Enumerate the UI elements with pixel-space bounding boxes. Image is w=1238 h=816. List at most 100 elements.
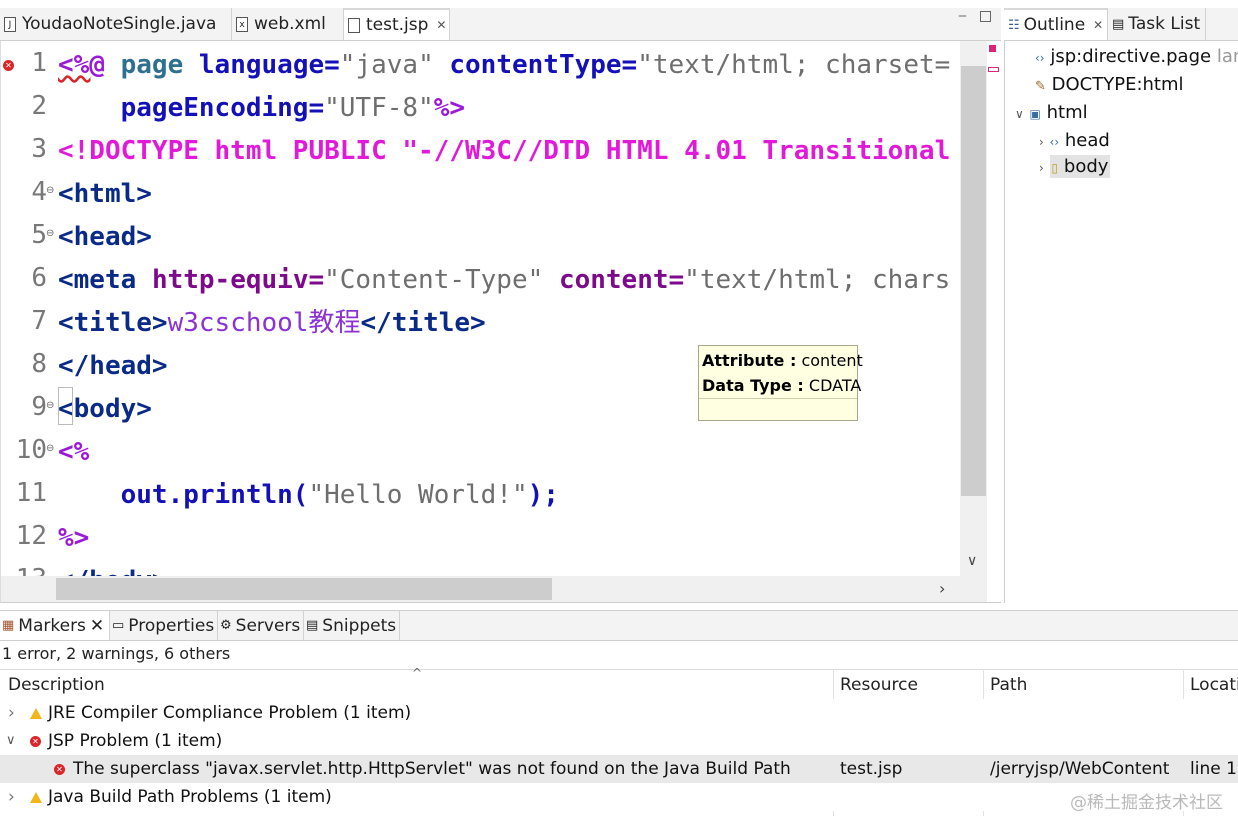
- tab-label: web.xml: [254, 14, 326, 34]
- code-line-12: %>: [58, 523, 90, 553]
- column-description[interactable]: Description: [8, 675, 105, 695]
- tab-label: Servers: [235, 615, 301, 636]
- outline-icon: ☷: [1008, 17, 1020, 33]
- overview-ruler[interactable]: [987, 41, 1001, 602]
- tab-properties[interactable]: ▭ Properties: [110, 611, 218, 640]
- row-location: line 1: [1190, 759, 1237, 779]
- line-number: 9: [31, 392, 47, 422]
- tab-youdaonotesingle-java[interactable]: J YoudaoNoteSingle.java: [0, 8, 232, 40]
- line-number: 3: [31, 134, 47, 164]
- line-number: 5: [31, 220, 47, 250]
- outline-item-body[interactable]: › ▯ body: [1039, 155, 1111, 178]
- java-file-icon: J: [4, 16, 16, 32]
- tab-outline[interactable]: ☷ Outline ✕: [1004, 8, 1108, 40]
- close-icon[interactable]: ✕: [90, 616, 104, 636]
- column-location[interactable]: Locatio: [1190, 675, 1238, 695]
- tab-test-jsp[interactable]: test.jsp ✕: [344, 8, 450, 40]
- line-number-gutter: ✕ 1 2 3 4 5 6 7 8 9 10 11 12 13 ⊖ ⊖ ⊖ ⊖: [1, 41, 57, 594]
- chevron-right-icon[interactable]: ›: [8, 703, 15, 723]
- outline-tab-bar: ☷ Outline ✕ ▤ Task List: [1004, 8, 1238, 41]
- scroll-right-icon[interactable]: ›: [939, 579, 945, 598]
- tab-web-xml[interactable]: x web.xml: [232, 8, 344, 40]
- column-resource[interactable]: Resource: [840, 675, 918, 695]
- tab-task-list[interactable]: ▤ Task List: [1108, 8, 1206, 40]
- row-description: Java Build Path Problems (1 item): [48, 787, 332, 807]
- fold-toggle-icon[interactable]: ⊖: [46, 228, 54, 239]
- table-row[interactable]: › Java Build Path Problems (1 item): [0, 783, 1238, 811]
- tab-label: Snippets: [322, 615, 397, 636]
- tab-markers[interactable]: ▦ Markers ✕: [0, 611, 110, 640]
- table-row-selected[interactable]: ✕ The superclass "javax.servlet.http.Htt…: [0, 755, 1238, 783]
- table-row[interactable]: › JRE Compiler Compliance Problem (1 ite…: [0, 699, 1238, 727]
- code-area[interactable]: <%@ page language="java" contentType="te…: [58, 41, 961, 576]
- outline-item-html[interactable]: ∨ ▣ html: [1015, 102, 1088, 123]
- error-icon: ✕: [30, 735, 41, 747]
- tab-servers[interactable]: ⚙ Servers: [218, 611, 304, 640]
- warning-icon: [30, 791, 42, 803]
- line-number: 4: [31, 177, 47, 207]
- chevron-right-icon[interactable]: ›: [1039, 135, 1044, 149]
- markers-icon: ▦: [2, 618, 15, 633]
- outline-tree: ‹› jsp:directive.page langu ✎ DOCTYPE:ht…: [1004, 41, 1238, 603]
- code-line-10: <%: [58, 437, 90, 467]
- servers-icon: ⚙: [220, 618, 232, 633]
- line-number: 7: [31, 306, 47, 336]
- code-line-6: <meta http-equiv="Content-Type" content=…: [58, 265, 951, 295]
- line-number: 11: [15, 478, 47, 508]
- close-icon[interactable]: ✕: [1093, 18, 1103, 32]
- line-number: 8: [31, 349, 47, 379]
- tooltip-attr-label: Attribute :: [702, 351, 797, 370]
- element-icon: ‹›: [1035, 51, 1045, 65]
- horizontal-scroll-thumb[interactable]: [56, 578, 552, 600]
- tooltip-type-value: CDATA: [808, 376, 862, 395]
- annotation-overview-icon[interactable]: [988, 67, 999, 72]
- chevron-right-icon[interactable]: ›: [8, 787, 15, 807]
- chevron-down-icon[interactable]: ∨: [6, 733, 16, 748]
- tooltip-attr-value: content: [801, 351, 863, 370]
- tab-label: Properties: [128, 615, 215, 636]
- code-line-5: <head>: [58, 222, 152, 252]
- xml-file-icon: x: [236, 16, 248, 32]
- code-line-4: <html>: [58, 179, 152, 209]
- tab-label: Markers: [18, 615, 86, 636]
- table-row[interactable]: ∨ ✕ JSP Problem (1 item): [0, 727, 1238, 755]
- line-number: 12: [15, 521, 47, 551]
- close-icon[interactable]: ✕: [436, 18, 446, 32]
- row-path: /jerryjsp/WebContent: [990, 759, 1170, 779]
- maximize-icon[interactable]: [980, 11, 991, 22]
- column-path[interactable]: Path: [990, 675, 1027, 695]
- chevron-right-icon[interactable]: ›: [1039, 161, 1044, 175]
- fold-toggle-icon[interactable]: ⊖: [46, 185, 54, 196]
- jsp-file-icon: [348, 17, 360, 33]
- properties-icon: ▭: [112, 618, 125, 633]
- error-icon: ✕: [54, 763, 65, 775]
- outline-item-doctype[interactable]: ✎ DOCTYPE:html: [1035, 74, 1184, 95]
- line-number: 10: [15, 435, 47, 465]
- sort-asc-icon[interactable]: ^: [412, 666, 422, 680]
- code-editor[interactable]: ✕ 1 2 3 4 5 6 7 8 9 10 11 12 13 ⊖ ⊖ ⊖ ⊖ …: [0, 41, 1001, 603]
- code-line-13: </body>: [58, 566, 168, 576]
- chevron-down-icon[interactable]: ∨: [1015, 107, 1024, 121]
- outline-item-head[interactable]: › ‹› head: [1039, 130, 1110, 151]
- fold-toggle-icon[interactable]: ⊖: [46, 443, 54, 454]
- element-icon: ▣: [1029, 107, 1041, 121]
- outline-item-jsp-directive[interactable]: ‹› jsp:directive.page langu: [1035, 46, 1238, 67]
- minimize-icon[interactable]: ‒: [958, 8, 967, 24]
- code-line-8: </head>: [58, 351, 168, 381]
- error-overview-icon[interactable]: [989, 45, 996, 52]
- tab-label: Task List: [1128, 14, 1201, 34]
- tab-snippets[interactable]: ▤ Snippets: [304, 611, 400, 640]
- tooltip-type-label: Data Type :: [702, 376, 804, 395]
- scroll-down-icon[interactable]: ∨: [967, 553, 977, 569]
- doctype-icon: ✎: [1035, 79, 1046, 94]
- code-line-2: pageEncoding="UTF-8"%>: [120, 93, 466, 123]
- markers-summary: 1 error, 2 warnings, 6 others: [2, 644, 231, 663]
- fold-toggle-icon[interactable]: ⊖: [46, 400, 54, 411]
- tab-label: test.jsp: [366, 15, 429, 35]
- row-description: JSP Problem (1 item): [48, 731, 223, 751]
- vertical-scroll-thumb[interactable]: [961, 66, 986, 496]
- code-line-3: <!DOCTYPE html PUBLIC "-//W3C//DTD HTML …: [58, 136, 951, 166]
- row-description: The superclass "javax.servlet.http.HttpS…: [73, 759, 791, 779]
- row-description: JRE Compiler Compliance Problem (1 item): [48, 703, 412, 723]
- code-line-11: out.println("Hello World!");: [120, 480, 559, 510]
